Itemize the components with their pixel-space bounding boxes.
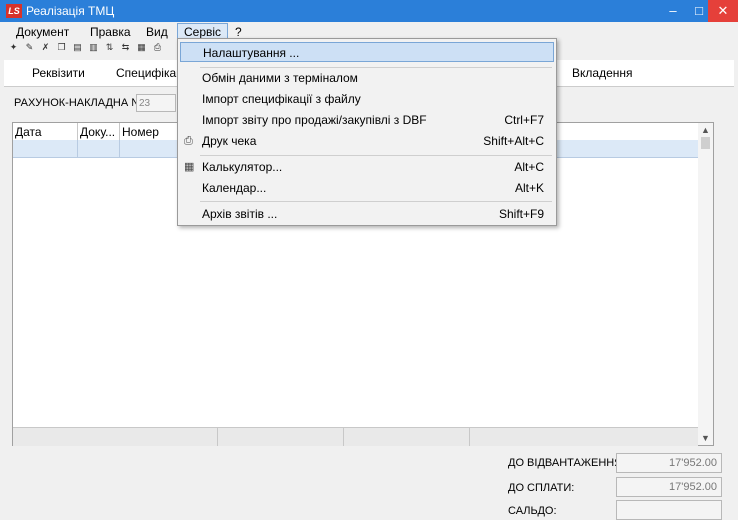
credit-icon[interactable]: ⇆: [120, 42, 131, 53]
menu-item-print-receipt[interactable]: ⎙ Друк чека Shift+Alt+C: [180, 131, 554, 151]
payment-label: ДО СПЛАТИ:: [508, 482, 575, 494]
document-number-field[interactable]: 23: [136, 94, 176, 112]
menu-view[interactable]: Вид: [140, 24, 174, 40]
copy-document-icon[interactable]: ❐: [56, 42, 67, 53]
menu-item-shortcut: Alt+K: [514, 181, 544, 195]
menu-item-label: Обмін даними з терміналом: [202, 71, 358, 85]
menu-separator: [200, 155, 552, 156]
document-icon[interactable]: ▤: [72, 42, 83, 53]
service-menu-dropdown: Налаштування ... Обмін даними з термінал…: [177, 38, 557, 226]
shipment-total-field: 17'952.00: [616, 453, 722, 473]
menu-item-label: Імпорт специфікації з файлу: [202, 92, 361, 106]
balance-field: [616, 500, 722, 520]
edit-document-icon[interactable]: ✎: [24, 42, 35, 53]
column-date[interactable]: Дата: [15, 125, 42, 139]
print-toolbar-icon[interactable]: ⎙: [152, 42, 163, 53]
cell-divider: [77, 140, 78, 157]
menu-item-shortcut: Alt+C: [514, 160, 544, 174]
menu-item-label: Калькулятор...: [202, 160, 283, 174]
delete-document-icon[interactable]: ✗: [40, 42, 51, 53]
menu-item-terminal-exchange[interactable]: Обмін даними з терміналом: [180, 68, 554, 88]
menu-item-import-dbf[interactable]: Імпорт звіту про продажі/закупівлі з DBF…: [180, 110, 554, 130]
menu-item-reports-archive[interactable]: Архів звітів ... Shift+F9: [180, 204, 554, 224]
menu-item-settings[interactable]: Налаштування ...: [180, 42, 554, 62]
menu-item-label: Друк чека: [202, 134, 257, 148]
document-alt-icon[interactable]: ▥: [88, 42, 99, 53]
shipment-label: ДО ВІДВАНТАЖЕННЯ: [508, 457, 623, 469]
vertical-scrollbar[interactable]: ▲ ▼: [698, 123, 713, 445]
balance-label: САЛЬДО:: [508, 505, 557, 517]
footer-divider: [217, 428, 218, 446]
accounting-icon[interactable]: ▦: [136, 42, 147, 53]
menu-item-label: Імпорт звіту про продажі/закупівлі з DBF: [202, 113, 427, 127]
scrollbar-thumb[interactable]: [701, 137, 710, 149]
document-number-label: РАХУНОК-НАКЛАДНА №:: [14, 97, 147, 109]
app-logo-icon: LS: [6, 4, 22, 18]
menu-edit[interactable]: Правка: [84, 24, 137, 40]
close-icon[interactable]: ✕: [708, 0, 738, 22]
payment-total-field: 17'952.00: [616, 477, 722, 497]
menu-item-calculator[interactable]: ▦ Калькулятор... Alt+C: [180, 157, 554, 177]
menu-item-label: Календар...: [202, 181, 267, 195]
column-divider: [77, 123, 78, 140]
menu-separator: [200, 201, 552, 202]
tab-attachments[interactable]: Вкладення: [572, 66, 633, 80]
toolbar: ✦ ✎ ✗ ❐ ▤ ▥ ⇅ ⇆ ▦ ⎙: [0, 40, 180, 56]
column-document[interactable]: Доку...: [80, 125, 115, 139]
printer-icon: ⎙: [184, 135, 193, 147]
title-bar: LS Реалізація ТМЦ – □ ✕: [0, 0, 738, 22]
column-divider: [119, 123, 120, 140]
cell-divider: [119, 140, 120, 157]
column-number[interactable]: Номер: [122, 125, 159, 139]
new-document-icon[interactable]: ✦: [8, 42, 19, 53]
menu-item-import-spec[interactable]: Імпорт специфікації з файлу: [180, 89, 554, 109]
menu-item-calendar[interactable]: Календар... Alt+K: [180, 178, 554, 198]
chevron-down-icon[interactable]: ▼: [698, 431, 713, 445]
grid-footer: [13, 427, 698, 446]
window-title: Реалізація ТМЦ: [26, 4, 115, 18]
footer-divider: [469, 428, 470, 446]
scroll-up-icon[interactable]: ▲: [698, 123, 713, 137]
calculator-icon: ▦: [184, 161, 195, 173]
menu-item-shortcut: Ctrl+F7: [504, 113, 544, 127]
menu-document[interactable]: Документ: [10, 24, 75, 40]
menu-item-shortcut: Shift+F9: [498, 207, 544, 221]
menu-item-label: Налаштування ...: [203, 46, 300, 60]
tab-requisites[interactable]: Реквізити: [32, 66, 85, 80]
footer-divider: [343, 428, 344, 446]
menu-item-shortcut: Shift+Alt+C: [483, 134, 544, 148]
tab-specification[interactable]: Специфікац: [116, 66, 183, 80]
menu-item-label: Архів звітів ...: [202, 207, 278, 221]
minimize-icon[interactable]: –: [660, 0, 686, 22]
debit-icon[interactable]: ⇅: [104, 42, 115, 53]
